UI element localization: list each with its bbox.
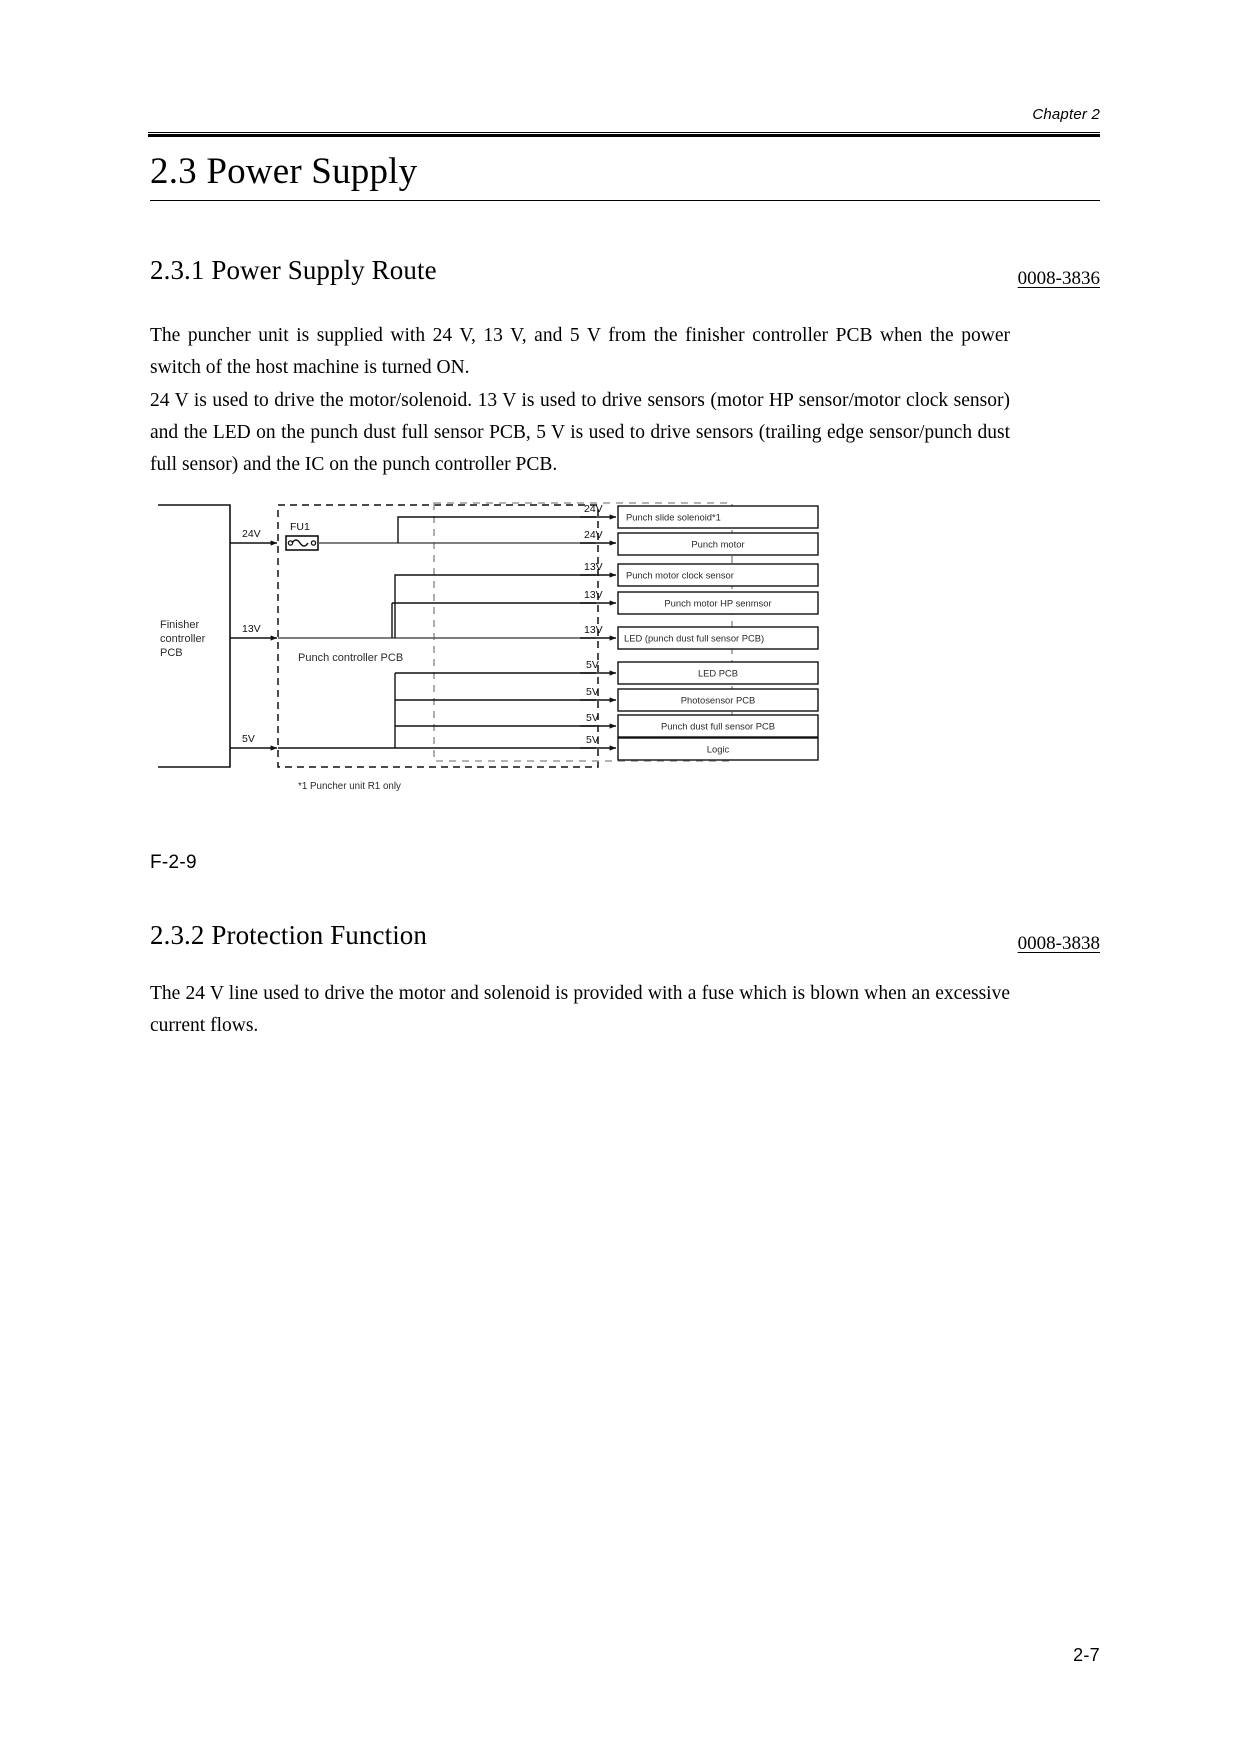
section-heading-231: 2.3.1 Power Supply Route [150,255,437,286]
page-title-text: Power Supply [206,151,418,192]
page-number: 2-7 [1073,1645,1100,1665]
section-number-231: 2.3.1 [150,255,205,285]
rail-13v: 13V [230,574,596,641]
figure-footnote: *1 Puncher unit R1 only [298,781,401,792]
section-heading-232: 2.3.2 Protection Function [150,920,427,951]
fuse-label: FU1 [290,521,310,533]
doc-code-231: 0008-3836 [1017,268,1100,289]
finisher-pcb-line-3: PCB [160,647,183,659]
section-231-paragraph-2: 24 V is used to drive the motor/solenoid… [150,385,1010,481]
load-voltage-0: 24V [584,503,603,515]
section-232-paragraph-1: The 24 V line used to drive the motor an… [150,978,1010,1042]
load-row-led-punch-dust-full-sensor-pcb: 13V LED (punch dust full sensor PCB) [580,624,819,650]
document-page: Chapter 2 2.3 Power Supply 2.3.1 Power S… [0,0,1240,1754]
load-row-photosensor-pcb: 5V Photosensor PCB [580,686,819,712]
load-label-7: Punch dust full sensor PCB [661,721,775,732]
section-number-232: 2.3.2 [150,920,205,950]
running-header-chapter: Chapter 2 [1032,106,1100,123]
load-label-0: Punch slide solenoid*1 [626,512,721,523]
load-row-punch-motor: 24V Punch motor [580,529,819,556]
figure-number: F-2-9 [150,852,197,873]
paragraph-text: 24 V is used to drive the motor/solenoid… [150,390,1010,475]
paragraph-text: The puncher unit is supplied with 24 V, … [150,325,1010,378]
page-title: 2.3 Power Supply [150,150,417,193]
load-row-punch-dust-full-sensor-pcb: 5V Punch dust full sensor PCB [580,712,819,738]
load-voltage-7: 5V [586,712,599,724]
paragraph-text: The 24 V line used to drive the motor an… [150,983,1010,1036]
load-voltage-6: 5V [586,686,599,698]
fuse-icon [285,535,319,551]
rail-5v: 5V [230,672,596,751]
load-label-5: LED PCB [698,668,738,679]
load-label-6: Photosensor PCB [681,695,756,706]
load-label-2: Punch motor clock sensor [626,570,734,581]
rail-24v-label: 24V [242,528,261,540]
load-voltage-4: 13V [584,624,603,636]
load-voltage-8: 5V [586,734,599,746]
load-voltage-5: 5V [586,659,599,671]
load-voltage-3: 13V [584,589,603,601]
finisher-pcb-line-2: controller [160,633,206,645]
doc-code-232: 0008-3838 [1017,933,1100,954]
finisher-controller-pcb-block: Finisher controller PCB [158,504,231,768]
load-row-punch-motor-clock-sensor: 13V Punch motor clock sensor [580,561,819,587]
load-voltage-2: 13V [584,561,603,573]
finisher-pcb-line-1: Finisher [160,619,199,631]
section-231-paragraph-1: The puncher unit is supplied with 24 V, … [150,320,1010,384]
load-label-4: LED (punch dust full sensor PCB) [624,633,764,644]
rail-13v-label: 13V [242,623,261,635]
header-divider [148,132,1100,137]
power-supply-route-diagram: Finisher controller PCB Punch controller… [150,495,1010,795]
load-row-punch-motor-hp-sensor: 13V Punch motor HP senmsor [580,589,819,615]
load-row-led-pcb: 5V LED PCB [580,659,819,685]
load-row-punch-slide-solenoid: 24V Punch slide solenoid*1 [580,503,819,529]
rail-5v-label: 5V [242,733,255,745]
load-voltage-1: 24V [584,529,603,541]
section-title-232: Protection Function [211,920,427,950]
page-title-number: 2.3 [150,151,197,192]
punch-controller-pcb-boundary [277,504,599,768]
load-row-logic: 5V Logic [580,734,819,761]
load-label-3: Punch motor HP senmsor [664,598,771,609]
load-label-1: Punch motor [691,539,744,550]
punch-controller-pcb-label: Punch controller PCB [298,652,403,664]
rail-24v: 24V FU1 [230,516,596,551]
load-label-8: Logic [707,744,730,755]
page-title-divider [150,200,1100,201]
section-title-231: Power Supply Route [211,255,437,285]
